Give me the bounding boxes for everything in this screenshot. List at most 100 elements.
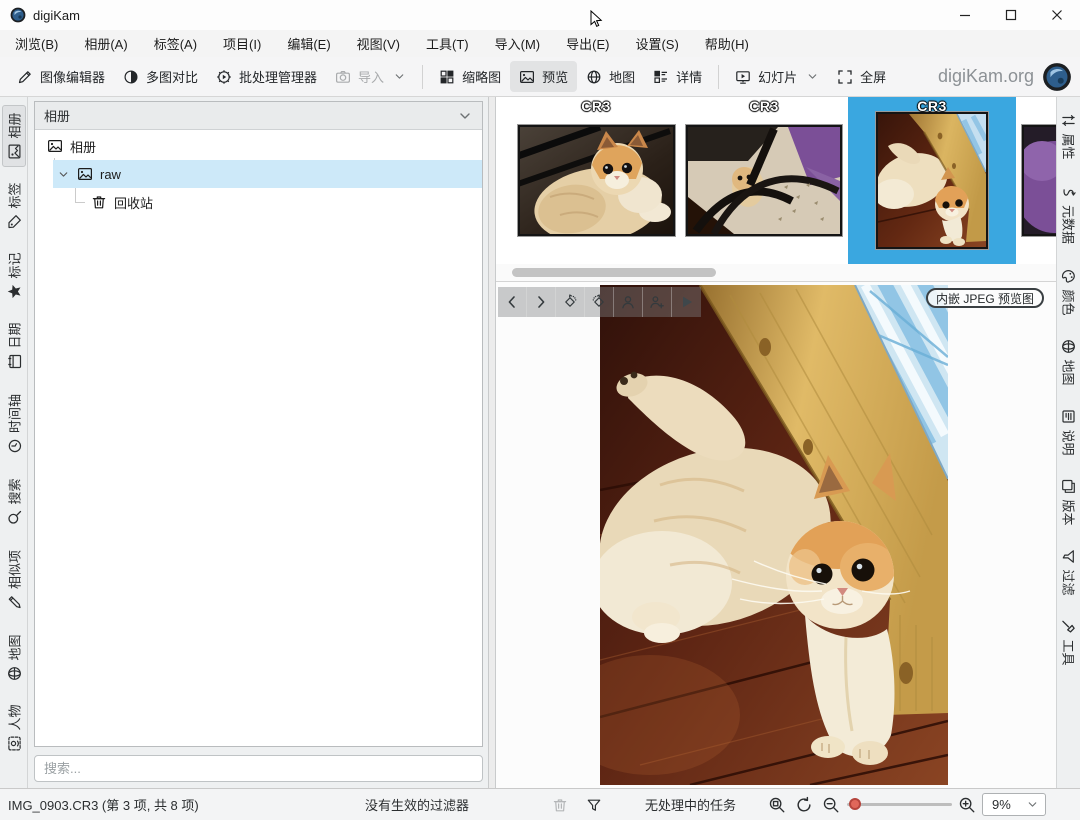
zoom-out-button[interactable] <box>822 789 840 820</box>
window-title: digiKam <box>33 8 80 23</box>
tab-label: 相似项 <box>4 550 23 589</box>
menu-tools[interactable]: 工具(T) <box>413 30 482 57</box>
menu-edit[interactable]: 编辑(E) <box>274 30 343 57</box>
sidebar-tab-dates[interactable]: 日期 <box>2 315 26 377</box>
sidebar-tab-versions[interactable]: 版本 <box>1057 471 1080 533</box>
zoom-in-icon <box>958 796 976 814</box>
tree-item-trash[interactable]: 回收站 <box>35 188 482 216</box>
menu-bar: 浏览(B) 相册(A) 标签(A) 项目(I) 编辑(E) 视图(V) 工具(T… <box>0 30 1080 57</box>
globe-icon <box>1061 338 1077 354</box>
zoom-in-button[interactable] <box>958 789 976 820</box>
sidebar-tab-colors[interactable]: 颜色 <box>1057 261 1080 323</box>
tab-label: 版本 <box>1059 499 1078 525</box>
minimize-button[interactable] <box>942 0 988 30</box>
zoom-slider-knob[interactable] <box>849 798 861 810</box>
sidebar-tab-tags[interactable]: 标签 <box>2 175 26 237</box>
sidebar-tab-timeline[interactable]: 时间轴 <box>2 385 26 463</box>
person-icon <box>620 294 636 310</box>
import-button[interactable]: 导入 <box>326 61 415 92</box>
details-label: 详情 <box>676 67 702 86</box>
scrollbar-thumb[interactable] <box>512 268 716 277</box>
sketch-pencil-icon <box>6 594 22 610</box>
sidebar-tab-tools[interactable]: 工具 <box>1057 611 1080 673</box>
sidebar-tab-labels[interactable]: 标记 <box>2 245 26 307</box>
fullscreen-button[interactable]: 全屏 <box>828 61 895 92</box>
batch-queue-label: 批处理管理器 <box>239 67 317 86</box>
show-face-tags-button[interactable] <box>614 287 643 317</box>
sidebar-tab-map[interactable]: 地图 <box>1057 331 1080 393</box>
thumbnail-item-selected[interactable]: CR3 <box>848 97 1016 264</box>
albums-panel-header[interactable]: 相册 <box>35 102 482 130</box>
toolbar-separator <box>422 65 423 89</box>
menu-help[interactable]: 帮助(H) <box>692 30 762 57</box>
albums-header-label: 相册 <box>44 106 70 125</box>
sidebar-tab-map[interactable]: 地图 <box>2 627 26 689</box>
tab-label: 过滤 <box>1059 569 1078 595</box>
preview-view-button[interactable]: 预览 <box>510 61 577 92</box>
expand-chevron-icon[interactable] <box>57 168 70 181</box>
previous-image-button[interactable] <box>498 287 527 317</box>
map-view-button[interactable]: 地图 <box>577 61 644 92</box>
tag-icon <box>6 214 22 230</box>
rotate-right-button[interactable] <box>585 287 614 317</box>
thumbnail-item[interactable]: CR3 <box>512 97 680 264</box>
trash-status-button[interactable] <box>552 789 568 820</box>
add-face-tag-button[interactable] <box>643 287 672 317</box>
import-label: 导入 <box>358 67 384 86</box>
zoom-refresh-button[interactable] <box>795 789 813 820</box>
slideshow-play-button[interactable] <box>672 287 701 317</box>
panel-splitter[interactable] <box>488 97 496 788</box>
light-table-button[interactable]: 多图对比 <box>114 61 207 92</box>
close-button[interactable] <box>1034 0 1080 30</box>
tree-item-raw[interactable]: raw <box>53 160 482 188</box>
metadata-icon <box>1061 184 1077 200</box>
filter-status: 没有生效的过滤器 <box>365 789 469 820</box>
star-icon <box>6 284 22 300</box>
menu-settings[interactable]: 设置(S) <box>622 30 691 57</box>
menu-item[interactable]: 项目(I) <box>210 30 274 57</box>
menu-browse[interactable]: 浏览(B) <box>2 30 71 57</box>
collapse-chevron-icon[interactable] <box>457 108 473 124</box>
slideshow-button[interactable]: 幻灯片 <box>726 61 828 92</box>
half-circle-icon <box>123 69 139 85</box>
albums-icon <box>6 144 22 160</box>
funnel-icon <box>586 797 602 813</box>
zoom-slider-track[interactable] <box>847 803 952 806</box>
sidebar-tab-albums[interactable]: 相册 <box>2 105 26 167</box>
sidebar-tab-properties[interactable]: 属性 <box>1057 105 1080 167</box>
maximize-button[interactable] <box>988 0 1034 30</box>
menu-album[interactable]: 相册(A) <box>71 30 140 57</box>
sidebar-tab-metadata[interactable]: 元数据 <box>1057 175 1080 253</box>
preview-photo[interactable] <box>600 285 948 785</box>
rotate-left-button[interactable] <box>556 287 585 317</box>
album-search-input[interactable] <box>34 755 483 782</box>
sidebar-tab-captions[interactable]: 说明 <box>1057 401 1080 463</box>
tree-item-albums-root[interactable]: 相册 <box>35 132 482 160</box>
thumbnail-item[interactable]: CR3 <box>1016 97 1056 264</box>
zoom-level-combo[interactable]: 9% <box>982 789 1046 820</box>
details-view-button[interactable]: 详情 <box>644 61 711 92</box>
thumbnail-item[interactable]: CR3 <box>680 97 848 264</box>
versions-icon <box>1061 478 1077 494</box>
sidebar-tab-search[interactable]: 搜索 <box>2 471 26 533</box>
thumbnails-view-button[interactable]: 缩略图 <box>430 61 510 92</box>
next-image-button[interactable] <box>527 287 556 317</box>
sidebar-tab-similarity[interactable]: 相似项 <box>2 541 26 619</box>
menu-tag[interactable]: 标签(A) <box>141 30 210 57</box>
thumbbar-scrollbar[interactable] <box>496 264 1056 282</box>
file-info: IMG_0903.CR3 (第 3 项, 共 8 项) <box>8 789 199 820</box>
menu-export[interactable]: 导出(E) <box>553 30 622 57</box>
chevron-left-icon <box>504 294 520 310</box>
pencil-icon <box>17 69 33 85</box>
sidebar-tab-filters[interactable]: 过滤 <box>1057 541 1080 603</box>
zoom-fit-button[interactable] <box>768 789 786 820</box>
zoom-fit-icon <box>768 796 786 814</box>
menu-import[interactable]: 导入(M) <box>482 30 554 57</box>
sidebar-tab-people[interactable]: 人物 <box>2 697 26 759</box>
zoom-slider[interactable] <box>847 789 952 820</box>
batch-queue-button[interactable]: 批处理管理器 <box>207 61 326 92</box>
menu-view[interactable]: 视图(V) <box>344 30 413 57</box>
preview-pane[interactable]: 内嵌 JPEG 预览图 <box>496 282 1056 788</box>
image-editor-button[interactable]: 图像编辑器 <box>8 61 114 92</box>
filter-status-button[interactable] <box>586 789 602 820</box>
